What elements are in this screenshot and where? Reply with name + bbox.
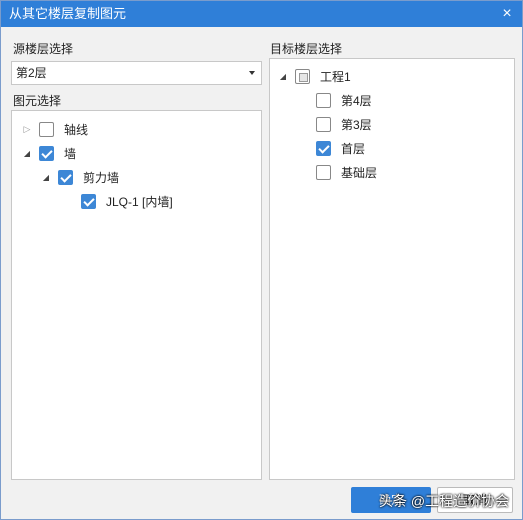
- ok-button[interactable]: 确定: [351, 487, 431, 513]
- tree-node-first-floor[interactable]: 首层: [309, 138, 365, 158]
- cancel-button[interactable]: 取消: [437, 487, 513, 513]
- source-floor-label: 源楼层选择: [13, 42, 74, 56]
- expanded-arrow-icon[interactable]: ◢: [278, 66, 288, 86]
- first-floor-label: 首层: [341, 141, 366, 156]
- tree-node-floor3[interactable]: 第3层: [309, 114, 372, 134]
- project-label: 工程1: [320, 69, 351, 84]
- tree-node-axis[interactable]: ▷ 轴线: [22, 119, 88, 139]
- floor4-label: 第4层: [341, 93, 372, 108]
- expanded-arrow-icon[interactable]: ◢: [22, 143, 32, 163]
- copy-elements-dialog: 从其它楼层复制图元 × 源楼层选择 第2层 图元选择 ▷ 轴线 ◢ 墙 ◢ 剪力…: [0, 0, 523, 520]
- source-floor-value: 第2层: [16, 66, 47, 80]
- floor3-checkbox[interactable]: [316, 116, 331, 132]
- close-icon[interactable]: ×: [498, 5, 516, 23]
- base-label: 基础层: [341, 165, 378, 180]
- base-checkbox[interactable]: [316, 164, 331, 180]
- collapsed-arrow-icon[interactable]: ▷: [22, 119, 32, 139]
- title-bar: 从其它楼层复制图元 ×: [1, 1, 522, 27]
- element-select-label: 图元选择: [13, 94, 62, 108]
- first-floor-checkbox[interactable]: [316, 140, 331, 156]
- tree-node-base[interactable]: 基础层: [309, 162, 377, 182]
- project-checkbox[interactable]: [295, 68, 310, 84]
- jlq-label: JLQ-1 [内墙]: [106, 194, 173, 209]
- tree-node-jlq[interactable]: JLQ-1 [内墙]: [74, 191, 173, 211]
- tree-node-wall[interactable]: ◢ 墙: [22, 143, 76, 163]
- axis-checkbox[interactable]: [39, 121, 54, 137]
- target-tree-panel: ◢ 工程1 第4层 第3层 首层 基础层: [269, 58, 515, 480]
- dialog-title: 从其它楼层复制图元: [9, 6, 127, 21]
- dropdown-arrow-icon: [249, 71, 255, 75]
- axis-label: 轴线: [64, 122, 89, 137]
- floor4-checkbox[interactable]: [316, 92, 331, 108]
- expanded-arrow-icon[interactable]: ◢: [41, 167, 51, 187]
- shear-wall-label: 剪力墙: [83, 170, 120, 185]
- tree-node-floor4[interactable]: 第4层: [309, 90, 372, 110]
- target-floor-label: 目标楼层选择: [270, 42, 343, 56]
- floor3-label: 第3层: [341, 117, 372, 132]
- wall-checkbox[interactable]: [39, 145, 54, 161]
- source-floor-select[interactable]: 第2层: [11, 61, 262, 85]
- shear-wall-checkbox[interactable]: [58, 169, 73, 185]
- tree-node-project[interactable]: ◢ 工程1: [278, 66, 351, 86]
- wall-label: 墙: [64, 146, 77, 161]
- element-tree-panel: ▷ 轴线 ◢ 墙 ◢ 剪力墙 JLQ-1 [内墙]: [11, 110, 262, 480]
- jlq-checkbox[interactable]: [81, 193, 96, 209]
- tree-node-shear-wall[interactable]: ◢ 剪力墙: [41, 167, 119, 187]
